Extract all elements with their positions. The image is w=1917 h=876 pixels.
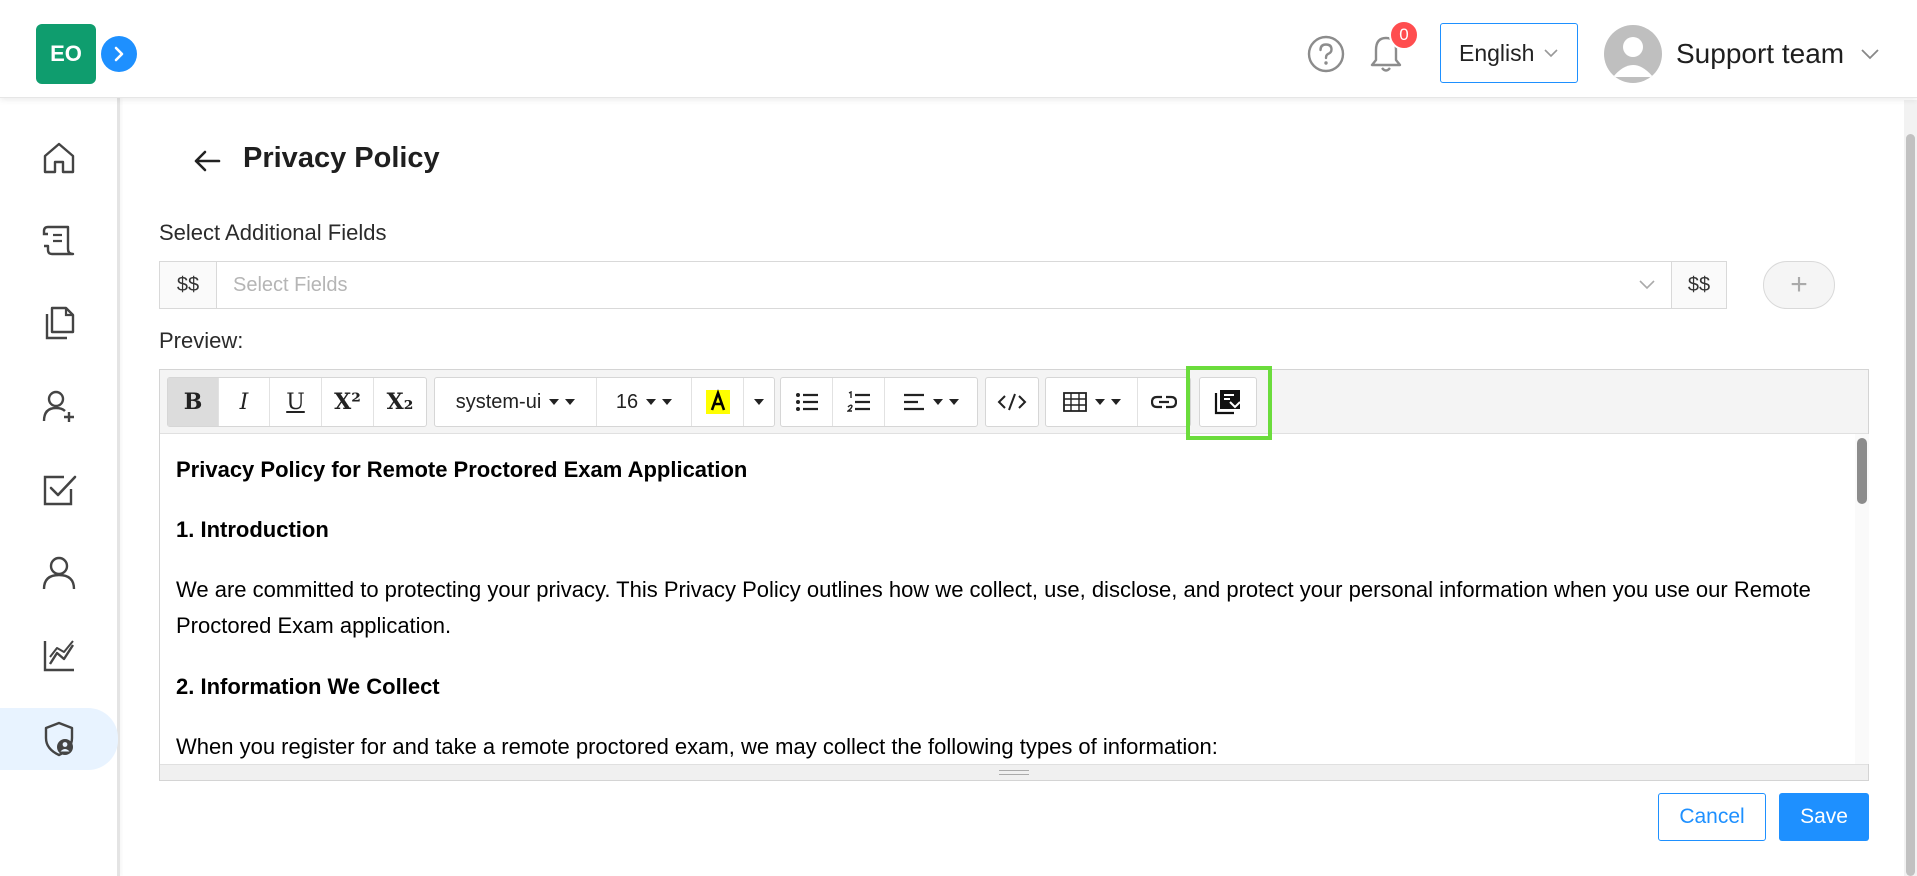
chevron-down-icon	[1639, 280, 1655, 290]
help-icon[interactable]	[1307, 35, 1345, 73]
rich-text-editor: B I U X² X₂ system-ui 16 Privacy Policy …	[159, 369, 1869, 781]
code-group	[985, 377, 1039, 427]
link-button[interactable]	[1138, 378, 1190, 426]
focus-highlight-outline	[1186, 366, 1272, 440]
font-size-value: 16	[615, 390, 639, 413]
sidebar-item-home[interactable]	[0, 127, 118, 189]
insert-group	[1045, 377, 1191, 427]
checkbox-icon	[43, 475, 77, 506]
select-fields-input[interactable]: Select Fields	[217, 261, 1671, 309]
additional-fields-select-group: $$ Select Fields $$	[159, 261, 1727, 309]
top-header: EO 0 English Support team	[0, 0, 1917, 98]
highlight-color-button[interactable]	[692, 378, 744, 426]
user-icon	[42, 556, 76, 590]
text-style-group: B I U X² X₂	[167, 377, 427, 427]
sidebar-item-privacy[interactable]	[0, 708, 118, 770]
preview-label: Preview:	[159, 328, 244, 353]
highlight-icon	[705, 389, 730, 414]
list-align-group	[780, 377, 978, 427]
sidebar-item-documents[interactable]	[0, 292, 118, 354]
editor-scrollbar[interactable]	[1855, 434, 1869, 764]
bold-button[interactable]: B	[168, 378, 219, 426]
home-icon	[43, 142, 75, 174]
sidebar	[0, 98, 120, 876]
underline-button[interactable]: U	[270, 378, 322, 426]
suffix-addon: $$	[1671, 261, 1727, 309]
sidebar-item-tasks[interactable]	[0, 459, 118, 521]
cancel-button[interactable]: Cancel	[1658, 793, 1766, 841]
app-logo: EO	[36, 24, 96, 84]
link-icon	[1151, 395, 1177, 409]
subscript-button[interactable]: X₂	[374, 378, 426, 426]
language-select[interactable]: English	[1440, 23, 1578, 83]
prefix-addon: $$	[159, 261, 217, 309]
font-group: system-ui 16	[434, 377, 775, 427]
page-title: Privacy Policy	[243, 142, 440, 174]
documents-icon	[45, 306, 75, 340]
bullet-list-icon	[795, 393, 818, 411]
code-icon	[997, 393, 1027, 411]
user-menu[interactable]: Support team	[1604, 24, 1880, 84]
superscript-button[interactable]: X²	[322, 378, 374, 426]
sidebar-item-add-user[interactable]	[0, 375, 118, 437]
expand-sidebar-button[interactable]	[101, 36, 137, 72]
avatar	[1604, 25, 1662, 83]
save-button[interactable]: Save	[1779, 793, 1869, 841]
numbered-list-button[interactable]	[833, 378, 885, 426]
user-name: Support team	[1676, 38, 1845, 69]
editor-content[interactable]: Privacy Policy for Remote Proctored Exam…	[160, 434, 1856, 764]
notification-count-badge: 0	[1389, 20, 1419, 50]
select-fields-placeholder: Select Fields	[233, 273, 348, 296]
highlight-color-dropdown[interactable]	[744, 378, 774, 426]
section-2-title: 2. Information We Collect	[176, 674, 440, 699]
section-2-text: When you register for and take a remote …	[176, 734, 1218, 759]
align-dropdown[interactable]	[885, 378, 977, 426]
font-family-value: system-ui	[455, 390, 542, 413]
sidebar-item-users[interactable]	[0, 542, 118, 604]
editor-scroll-thumb[interactable]	[1857, 438, 1867, 504]
font-size-dropdown[interactable]: 16	[597, 378, 692, 426]
chevron-right-icon	[114, 46, 124, 62]
chart-icon	[43, 640, 75, 672]
align-left-icon	[904, 393, 924, 411]
additional-fields-label: Select Additional Fields	[159, 220, 387, 245]
numbered-list-icon	[846, 391, 870, 412]
back-arrow-icon[interactable]	[192, 146, 222, 176]
editor-toolbar: B I U X² X₂ system-ui 16	[160, 370, 1868, 434]
italic-button[interactable]: I	[219, 378, 270, 426]
page-scroll-thumb[interactable]	[1906, 134, 1915, 876]
policy-heading: Privacy Policy for Remote Proctored Exam…	[176, 457, 748, 482]
scroll-icon	[42, 225, 75, 256]
add-user-icon	[42, 390, 74, 422]
sidebar-item-exams[interactable]	[0, 209, 118, 271]
user-avatar-icon	[1613, 37, 1653, 77]
table-dropdown[interactable]	[1046, 378, 1138, 426]
bullet-list-button[interactable]	[781, 378, 833, 426]
language-value: English	[1459, 39, 1535, 66]
source-code-button[interactable]	[986, 378, 1038, 426]
chevron-down-icon	[1861, 49, 1879, 60]
section-1-text: We are committed to protecting your priv…	[176, 577, 1811, 638]
table-icon	[1062, 392, 1087, 412]
sidebar-item-reports[interactable]	[0, 625, 118, 687]
page-scrollbar[interactable]	[1904, 100, 1917, 876]
section-1-title: 1. Introduction	[176, 517, 329, 542]
add-field-button[interactable]: +	[1763, 261, 1835, 309]
shield-user-icon	[44, 721, 74, 757]
font-family-dropdown[interactable]: system-ui	[435, 378, 597, 426]
chevron-down-icon	[1544, 49, 1559, 58]
editor-resize-handle[interactable]	[160, 764, 1868, 780]
